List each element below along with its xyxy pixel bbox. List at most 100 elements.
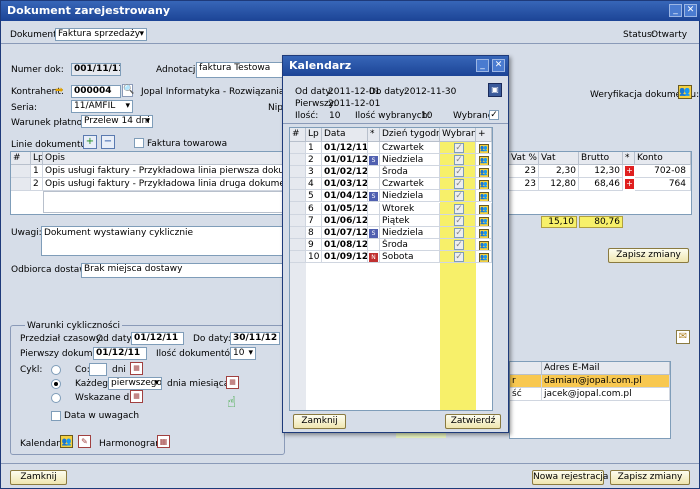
email-icon[interactable]: ✉: [676, 330, 690, 344]
save-icon[interactable]: ▣: [488, 83, 502, 97]
harmonogram-icon[interactable]: ▦: [157, 435, 170, 448]
users-icon[interactable]: 👥: [479, 144, 489, 153]
cal-row-data[interactable]: 01/08/12: [322, 238, 368, 251]
faktura-towarowa-checkbox[interactable]: [134, 138, 144, 148]
kazdego-select[interactable]: pierwszego: [108, 377, 162, 390]
co-radio[interactable]: [51, 365, 61, 375]
calendar-row[interactable]: [290, 154, 306, 167]
wybrane-checkbox[interactable]: ✓: [454, 167, 464, 178]
add-icon[interactable]: +: [625, 179, 634, 189]
add-icon[interactable]: +: [625, 166, 634, 176]
email-row-col[interactable]: ść: [510, 388, 542, 401]
users-icon[interactable]: 👥: [479, 168, 489, 178]
warunek-select[interactable]: Przelew 14 dni: [81, 115, 153, 128]
wybrane-checkbox[interactable]: ✓: [454, 155, 464, 166]
od-daty-field[interactable]: 01/12/11: [131, 332, 184, 345]
pierwszy-field[interactable]: 01/12/11: [93, 347, 147, 360]
wskazane-radio[interactable]: [51, 393, 61, 403]
calendar-row[interactable]: [290, 202, 306, 215]
cal-row-action[interactable]: 👥: [476, 154, 492, 167]
cal-row-action[interactable]: 👥: [476, 214, 492, 227]
cal-row-wybrane[interactable]: ✓: [440, 250, 476, 263]
cal-row-data[interactable]: 01/05/12: [322, 202, 368, 215]
calendar-row[interactable]: [290, 142, 306, 154]
cal-row-wybrane[interactable]: ✓: [440, 190, 476, 203]
wybrane-checkbox[interactable]: ✓: [454, 179, 464, 190]
calendar-icon[interactable]: ▦: [130, 390, 143, 403]
cal-row-action[interactable]: 👥: [476, 238, 492, 251]
table-row-empty[interactable]: [43, 191, 283, 213]
uwagi-field[interactable]: Dokument wystawiany cyklicznie: [41, 226, 284, 256]
calendar-row[interactable]: [290, 190, 306, 203]
cal-row-wybrane[interactable]: ✓: [440, 142, 476, 154]
cal-zatwierdz-button[interactable]: Zatwierdź: [445, 414, 501, 429]
cal-row-action[interactable]: 👥: [476, 142, 492, 154]
users-icon[interactable]: 👥: [479, 240, 489, 250]
row-opis[interactable]: Opis usługi faktury - Przykładowa linia …: [43, 165, 283, 178]
cal-row-data[interactable]: 01/12/11: [322, 142, 368, 154]
cal-row-data[interactable]: 01/09/12: [322, 250, 368, 263]
zamknij-button[interactable]: Zamknij: [10, 470, 67, 485]
calendar-row[interactable]: [290, 214, 306, 227]
add-line-icon[interactable]: +: [83, 135, 97, 149]
co-field[interactable]: [89, 363, 107, 376]
cal-zamknij-button[interactable]: Zamknij: [293, 414, 346, 429]
calendar-row[interactable]: [290, 178, 306, 191]
adnotacja-field[interactable]: faktura Testowa: [196, 62, 284, 78]
kontrahent-field[interactable]: 000004: [71, 85, 121, 98]
data-w-uwagach-checkbox[interactable]: [51, 411, 61, 421]
kalendarz-edit-icon[interactable]: ✎: [78, 435, 91, 448]
users-icon[interactable]: 👥: [479, 156, 489, 166]
cal-row-wybrane[interactable]: ✓: [440, 238, 476, 251]
dokument-select[interactable]: Faktura sprzedaży: [55, 28, 147, 41]
wybrane-checkbox[interactable]: ✓: [454, 227, 464, 238]
minimize-button[interactable]: _: [669, 4, 682, 17]
nowa-rejestracja-button[interactable]: Nowa rejestracja: [532, 470, 608, 485]
calendar-row[interactable]: [290, 250, 306, 263]
email-row[interactable]: jacek@jopal.com.pl: [542, 388, 670, 401]
cal-row-wybrane[interactable]: ✓: [440, 202, 476, 215]
cal-row-data[interactable]: 01/04/12: [322, 190, 368, 203]
cal-row-action[interactable]: 👥: [476, 202, 492, 215]
calendar-icon[interactable]: ▦: [130, 362, 143, 375]
cal-row-data[interactable]: 01/06/12: [322, 214, 368, 227]
verify-icon[interactable]: 👥: [678, 85, 692, 99]
cal-row-wybrane[interactable]: ✓: [440, 178, 476, 191]
cal-wybrane-checkbox[interactable]: ✓: [489, 110, 499, 120]
cal-row-data[interactable]: 01/02/12: [322, 166, 368, 179]
search-icon[interactable]: 🔍: [122, 84, 134, 97]
cal-row-wybrane[interactable]: ✓: [440, 226, 476, 239]
wybrane-checkbox[interactable]: ✓: [454, 251, 464, 262]
odbiorca-field[interactable]: Brak miejsca dostawy: [81, 263, 284, 278]
users-icon[interactable]: 👥: [479, 252, 489, 262]
users-icon[interactable]: 👥: [479, 204, 489, 214]
ilosc-select[interactable]: 10: [230, 347, 256, 360]
calendar-row[interactable]: [290, 226, 306, 239]
remove-line-icon[interactable]: −: [101, 135, 115, 149]
email-row-col[interactable]: r: [510, 375, 542, 388]
cal-row-data[interactable]: 01/01/12: [322, 154, 368, 167]
calendar-close-button[interactable]: ✕: [492, 59, 505, 72]
users-icon[interactable]: 👥: [479, 216, 489, 226]
wybrane-checkbox[interactable]: ✓: [454, 215, 464, 226]
cal-row-action[interactable]: 👥: [476, 226, 492, 239]
wybrane-checkbox[interactable]: ✓: [454, 191, 464, 202]
calendar-icon[interactable]: ▦: [226, 376, 239, 389]
cal-row-action[interactable]: 👥: [476, 178, 492, 191]
cal-row-wybrane[interactable]: ✓: [440, 214, 476, 227]
do-daty-field[interactable]: 30/11/12: [230, 332, 280, 345]
cal-row-wybrane[interactable]: ✓: [440, 154, 476, 167]
cal-row-action[interactable]: 👥: [476, 166, 492, 179]
calendar-row[interactable]: [290, 166, 306, 179]
wybrane-checkbox[interactable]: ✓: [454, 143, 464, 153]
kalendarz-icon[interactable]: 👥: [60, 435, 73, 448]
zapisz-zmiany-top-button[interactable]: Zapisz zmiany: [608, 248, 689, 263]
cal-row-wybrane[interactable]: ✓: [440, 166, 476, 179]
wybrane-checkbox[interactable]: ✓: [454, 239, 464, 250]
calendar-row[interactable]: [290, 238, 306, 251]
close-button[interactable]: ✕: [684, 4, 697, 17]
row-opis[interactable]: Opis usługi faktury - Przykładowa linia …: [43, 178, 283, 191]
cal-row-action[interactable]: 👥: [476, 250, 492, 263]
users-icon[interactable]: 👥: [479, 228, 489, 238]
table-row[interactable]: [11, 178, 31, 191]
